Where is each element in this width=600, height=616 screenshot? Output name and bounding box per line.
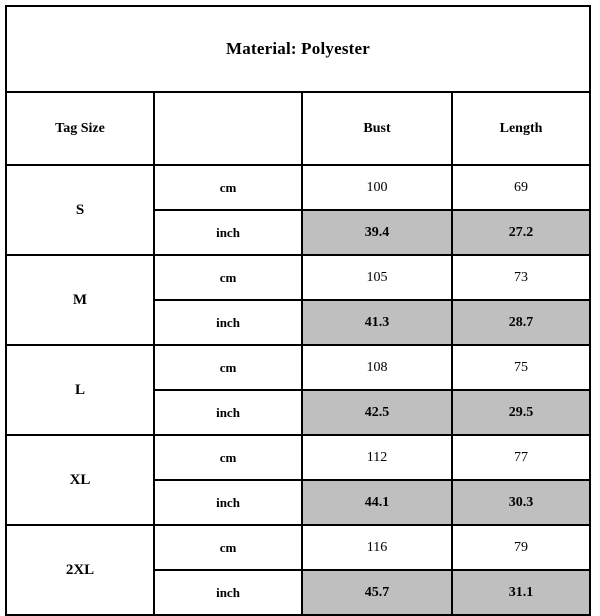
- table-row: S cm 100 69: [5, 164, 592, 256]
- size-label: S: [5, 164, 155, 256]
- header-tag-size: Tag Size: [5, 91, 155, 166]
- table-row: XL cm 112 77: [5, 434, 592, 526]
- bust-cm-value: 100: [301, 164, 453, 211]
- bust-cm-value: 108: [301, 344, 453, 391]
- bust-cm-value: 105: [301, 254, 453, 301]
- length-cm-value: 79: [450, 524, 592, 571]
- length-inch-value: 27.2: [450, 209, 592, 256]
- header-row: Tag Size Bust Length: [5, 91, 592, 166]
- table-row: M cm 105 73: [5, 254, 592, 346]
- bust-inch-value: 39.4: [301, 209, 453, 256]
- unit-label-cm: cm: [153, 344, 303, 391]
- length-inch-value: 28.7: [450, 299, 592, 346]
- size-chart-table: Material: Polyester Tag Size Bust Length…: [4, 5, 592, 616]
- material-title: Material: Polyester: [4, 5, 592, 93]
- bust-cm-value: 112: [301, 434, 453, 481]
- unit-label-inch: inch: [153, 389, 303, 436]
- size-label: XL: [5, 434, 155, 526]
- bust-inch-value: 41.3: [301, 299, 453, 346]
- length-inch-value: 29.5: [450, 389, 592, 436]
- title-row: Material: Polyester: [4, 5, 592, 93]
- unit-label-inch: inch: [153, 209, 303, 256]
- unit-label-inch: inch: [153, 299, 303, 346]
- unit-label-cm: cm: [153, 524, 303, 571]
- bust-inch-value: 42.5: [301, 389, 453, 436]
- bust-cm-value: 116: [301, 524, 453, 571]
- length-cm-value: 73: [450, 254, 592, 301]
- table-row: 2XL cm 116 79: [5, 524, 592, 616]
- unit-label-cm: cm: [153, 434, 303, 481]
- length-inch-value: 30.3: [450, 479, 592, 526]
- size-chart-document: Material: Polyester Tag Size Bust Length…: [0, 0, 600, 616]
- header-bust: Bust: [301, 91, 453, 166]
- bust-inch-value: 44.1: [301, 479, 453, 526]
- header-length: Length: [450, 91, 592, 166]
- length-cm-value: 77: [450, 434, 592, 481]
- bust-inch-value: 45.7: [301, 569, 453, 616]
- length-cm-value: 75: [450, 344, 592, 391]
- unit-label-inch: inch: [153, 569, 303, 616]
- size-label: M: [5, 254, 155, 346]
- size-label: 2XL: [5, 524, 155, 616]
- header-unit: [153, 91, 303, 166]
- table-row: L cm 108 75: [5, 344, 592, 436]
- length-cm-value: 69: [450, 164, 592, 211]
- size-label: L: [5, 344, 155, 436]
- unit-label-cm: cm: [153, 164, 303, 211]
- length-inch-value: 31.1: [450, 569, 592, 616]
- unit-label-inch: inch: [153, 479, 303, 526]
- unit-label-cm: cm: [153, 254, 303, 301]
